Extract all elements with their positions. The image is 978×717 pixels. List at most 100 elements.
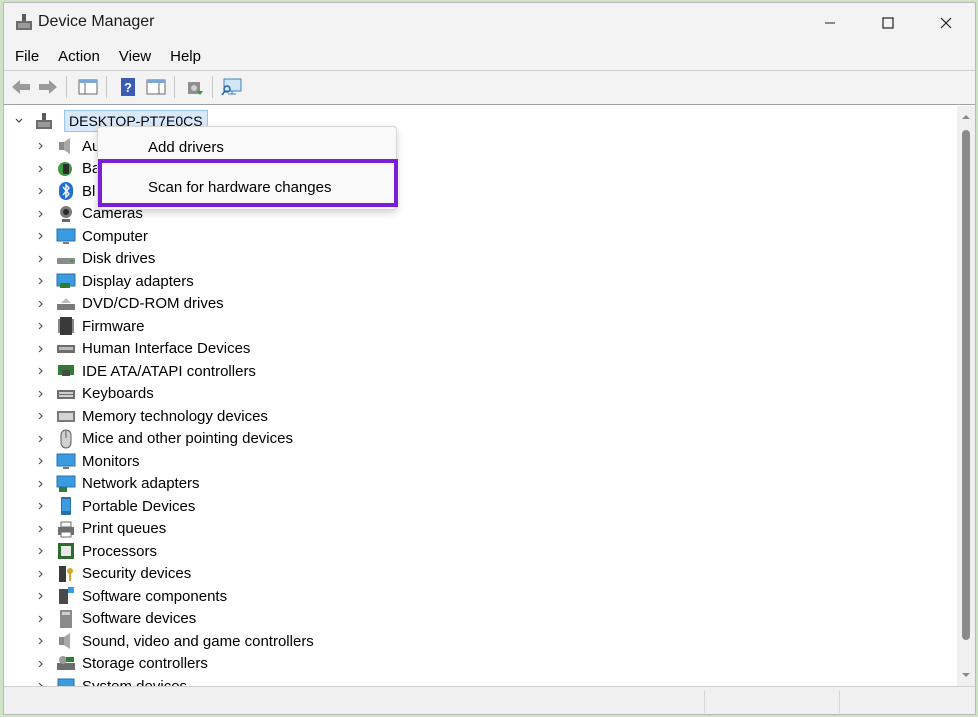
scrollbar-thumb[interactable] [962,130,970,640]
tree-item[interactable]: Bl [34,180,95,202]
chevron-right-icon[interactable] [34,409,48,423]
menu-view[interactable]: View [108,43,159,70]
vertical-scrollbar[interactable] [957,106,975,686]
tree-item-label: System devices [82,677,188,687]
chevron-right-icon[interactable] [34,364,48,378]
minimize-button[interactable] [801,3,859,43]
tree-item-label: Disk drives [82,250,156,267]
maximize-button[interactable] [859,3,917,43]
title-bar[interactable]: Device Manager [4,3,975,43]
bluetooth-icon [56,181,76,201]
svg-text:?: ? [124,80,132,95]
chevron-right-icon[interactable] [34,387,48,401]
printer-icon [56,519,76,539]
highlight-box [98,159,398,207]
tree-item[interactable]: Keyboards [34,383,154,405]
tree-item-label: Bl [82,182,96,200]
close-button[interactable] [917,3,975,43]
show-hide-console-tree-icon [78,79,98,95]
tree-item-label: Keyboards [82,385,154,402]
chevron-down-icon[interactable] [12,114,26,128]
tree-item-label: Human Interface Devices [82,340,251,357]
chevron-right-icon[interactable] [34,252,48,266]
chevron-right-icon[interactable] [34,139,48,153]
tree-item[interactable]: Security devices [34,563,191,585]
tree-item-label: Security devices [82,565,192,582]
chevron-right-icon[interactable] [34,319,48,333]
tree-item-label: Computer [82,227,148,245]
tree-item[interactable]: DVD/CD-ROM drives [34,293,224,315]
chevron-right-icon[interactable] [34,612,48,626]
tree-item[interactable]: Portable Devices [34,495,195,517]
tree-item[interactable]: Mice and other pointing devices [34,428,293,450]
chevron-right-icon[interactable] [34,229,48,243]
chevron-right-icon[interactable] [34,522,48,536]
audio-inputs-icon [56,136,76,156]
tree-item-label: Portable Devices [82,497,196,515]
chevron-right-icon[interactable] [34,679,48,686]
scroll-up-arrow-icon [962,115,970,119]
back-button[interactable] [9,75,33,99]
menu-action[interactable]: Action [47,43,108,70]
monitor-icon [56,451,76,471]
speaker-icon [56,631,76,651]
chevron-right-icon[interactable] [34,274,48,288]
chevron-right-icon[interactable] [34,657,48,671]
tree-item[interactable]: Au [34,135,100,157]
chevron-right-icon[interactable] [34,499,48,513]
tree-item[interactable]: Sound, video and game controllers [34,630,314,652]
device-manager-window: Device Manager File Action View Help ? D… [3,2,976,715]
chevron-right-icon[interactable] [34,544,48,558]
status-separator [704,691,705,713]
tree-item[interactable]: Software components [34,585,227,607]
tree-item[interactable]: Processors [34,540,157,562]
tree-item[interactable]: Human Interface Devices [34,338,250,360]
tree-item-label: Memory technology devices [82,407,268,425]
tree-item-label: Display adapters [82,272,194,290]
tree-item[interactable]: Computer [34,225,148,247]
tree-item[interactable]: Storage controllers [34,653,208,675]
tree-item-label: Storage controllers [82,655,208,672]
computer-tower-icon [34,111,54,131]
chevron-right-icon[interactable] [34,184,48,198]
tree-item[interactable]: Disk drives [34,248,155,270]
storage-controller-icon [56,654,76,674]
tree-item[interactable]: Network adapters [34,473,200,495]
tree-item-label: Print queues [82,520,167,537]
chevron-right-icon[interactable] [34,342,48,356]
menu-file[interactable]: File [4,43,47,70]
chevron-right-icon[interactable] [34,297,48,311]
tree-item[interactable]: Print queues [34,518,166,540]
scan-hardware-button[interactable] [220,75,244,99]
help-icon: ? [121,78,135,96]
tree-item[interactable]: Memory technology devices [34,405,268,427]
forward-button[interactable] [36,75,60,99]
chevron-right-icon[interactable] [34,207,48,221]
keyboard-icon [56,384,76,404]
display-adapter-icon [56,271,76,291]
chevron-right-icon[interactable] [34,634,48,648]
properties-button[interactable] [144,75,168,99]
chevron-right-icon[interactable] [34,454,48,468]
close-icon [940,17,952,29]
update-driver-button[interactable] [183,75,207,99]
menu-help[interactable]: Help [159,43,209,70]
chevron-right-icon[interactable] [34,162,48,176]
window-title: Device Manager [38,13,155,30]
tree-item[interactable]: Display adapters [34,270,194,292]
tree-item[interactable]: Firmware [34,315,145,337]
tree-item[interactable]: IDE ATA/ATAPI controllers [34,360,256,382]
chevron-right-icon[interactable] [34,567,48,581]
tree-item[interactable]: Ba [34,158,100,180]
show-hide-console-tree-button[interactable] [76,75,100,99]
help-button[interactable]: ? [116,75,140,99]
tree-item[interactable]: System devices [34,675,187,686]
chevron-right-icon[interactable] [34,432,48,446]
memory-device-icon [56,406,76,426]
chevron-right-icon[interactable] [34,589,48,603]
context-menu-add-drivers[interactable]: Add drivers [98,132,396,162]
chevron-right-icon[interactable] [34,477,48,491]
tree-item[interactable]: Software devices [34,608,196,630]
tree-item[interactable]: Monitors [34,450,140,472]
scroll-down-arrow-icon [962,673,970,677]
